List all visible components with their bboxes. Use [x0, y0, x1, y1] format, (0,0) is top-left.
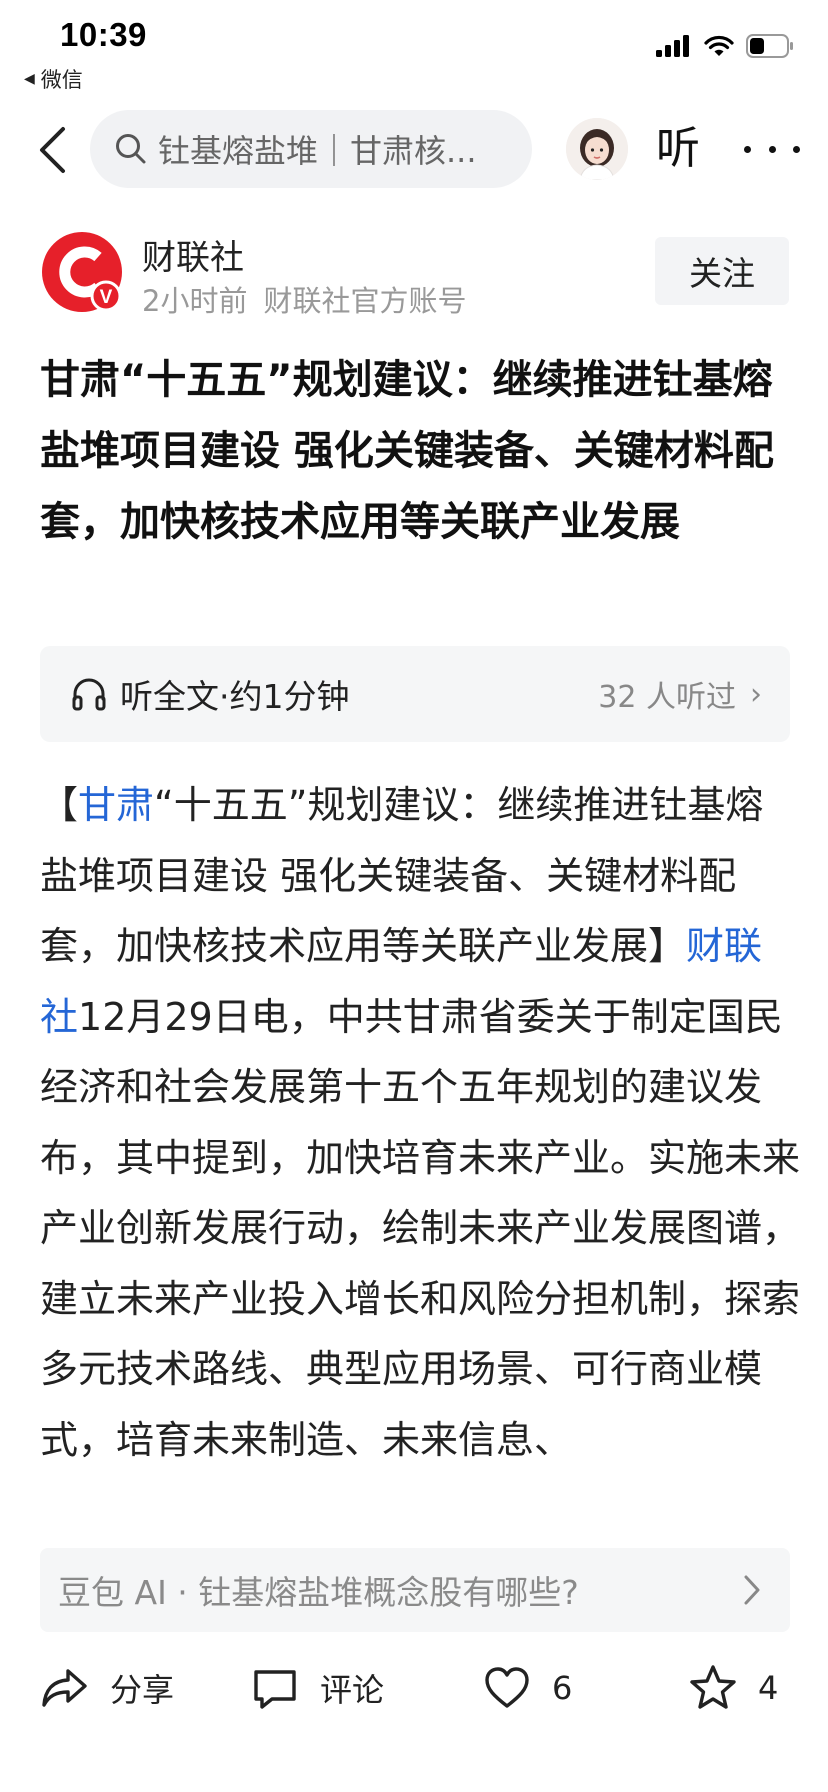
more-dot-icon: [768, 145, 776, 153]
favorite-count: 4: [758, 1669, 779, 1707]
post-time: 2小时前: [142, 284, 248, 318]
cls-logo-icon: V: [42, 232, 122, 312]
wifi-icon: [704, 35, 734, 56]
favorite-button[interactable]: 4: [688, 1660, 778, 1716]
back-to-wechat[interactable]: ◀ 微信: [24, 64, 83, 94]
chevron-right-icon: [744, 1575, 760, 1605]
author-meta: 2小时前 财联社官方账号: [142, 278, 466, 320]
article-headline: 甘肃“十五五”规划建议：继续推进钍基熔盐堆项目建设 强化关键装备、关键材料配套，…: [40, 357, 774, 545]
status-icons: [656, 34, 794, 58]
star-icon: [690, 1665, 736, 1709]
share-icon: [42, 1669, 87, 1707]
comment-button[interactable]: 评论: [250, 1660, 384, 1716]
listen-label: 听全文·约1分钟: [120, 677, 350, 716]
ai-assistant-avatar[interactable]: [566, 118, 628, 180]
more-options-button[interactable]: [744, 118, 800, 180]
listen-full-text-bar[interactable]: 听全文·约1分钟 32 人听过 ›: [40, 646, 790, 742]
back-app-label: 微信: [40, 68, 83, 92]
chevron-right-icon: ›: [750, 676, 762, 712]
article-body: 【甘肃“十五五”规划建议：继续推进钍基熔盐堆项目建设 强化关键装备、关键材料配套…: [40, 770, 800, 1475]
search-input[interactable]: 钍基熔盐堆｜甘肃核...: [90, 110, 532, 188]
like-button[interactable]: 6: [482, 1660, 572, 1716]
share-label: 分享: [110, 1671, 175, 1709]
bracket-close: 】: [648, 924, 687, 968]
avatar-girl-icon: [566, 118, 628, 180]
follow-button[interactable]: 关注: [655, 237, 789, 305]
search-query-text: 钍基熔盐堆｜甘肃核...: [158, 132, 477, 170]
ai-prompt-bar[interactable]: 豆包 AI · 钍基熔盐堆概念股有哪些?: [40, 1548, 790, 1632]
more-dot-icon: [793, 145, 800, 153]
status-time: 10:39: [60, 16, 147, 53]
topic-link-gansu[interactable]: 甘肃: [78, 783, 154, 827]
chevron-left-icon: [40, 127, 65, 173]
comment-label: 评论: [320, 1671, 385, 1709]
ai-prompt-text: 豆包 AI · 钍基熔盐堆概念股有哪些?: [58, 1573, 579, 1612]
comment-icon: [254, 1670, 296, 1709]
share-button[interactable]: 分享: [40, 1660, 174, 1716]
like-count: 6: [552, 1669, 573, 1707]
search-icon: [116, 134, 146, 164]
listen-button[interactable]: 听: [656, 118, 700, 180]
author-avatar[interactable]: V: [40, 230, 124, 314]
bracket-open: 【: [40, 783, 79, 827]
headphones-icon: [72, 678, 106, 711]
verified-badge: V: [100, 287, 113, 308]
account-type: 财联社官方账号: [263, 284, 467, 318]
body-text-part2: 12月29日电，中共甘肃省委关于制定国民经济和社会发展第十五个五年规划的建议发布…: [40, 994, 801, 1462]
listen-count: 32 人听过: [598, 680, 736, 715]
more-dot-icon: [744, 145, 751, 153]
back-button[interactable]: [30, 122, 74, 178]
back-triangle-icon: ◀: [24, 71, 35, 87]
author-name[interactable]: 财联社: [142, 230, 244, 279]
battery-icon: [746, 34, 793, 58]
signal-icon: [656, 35, 689, 57]
heart-icon: [485, 1667, 529, 1708]
